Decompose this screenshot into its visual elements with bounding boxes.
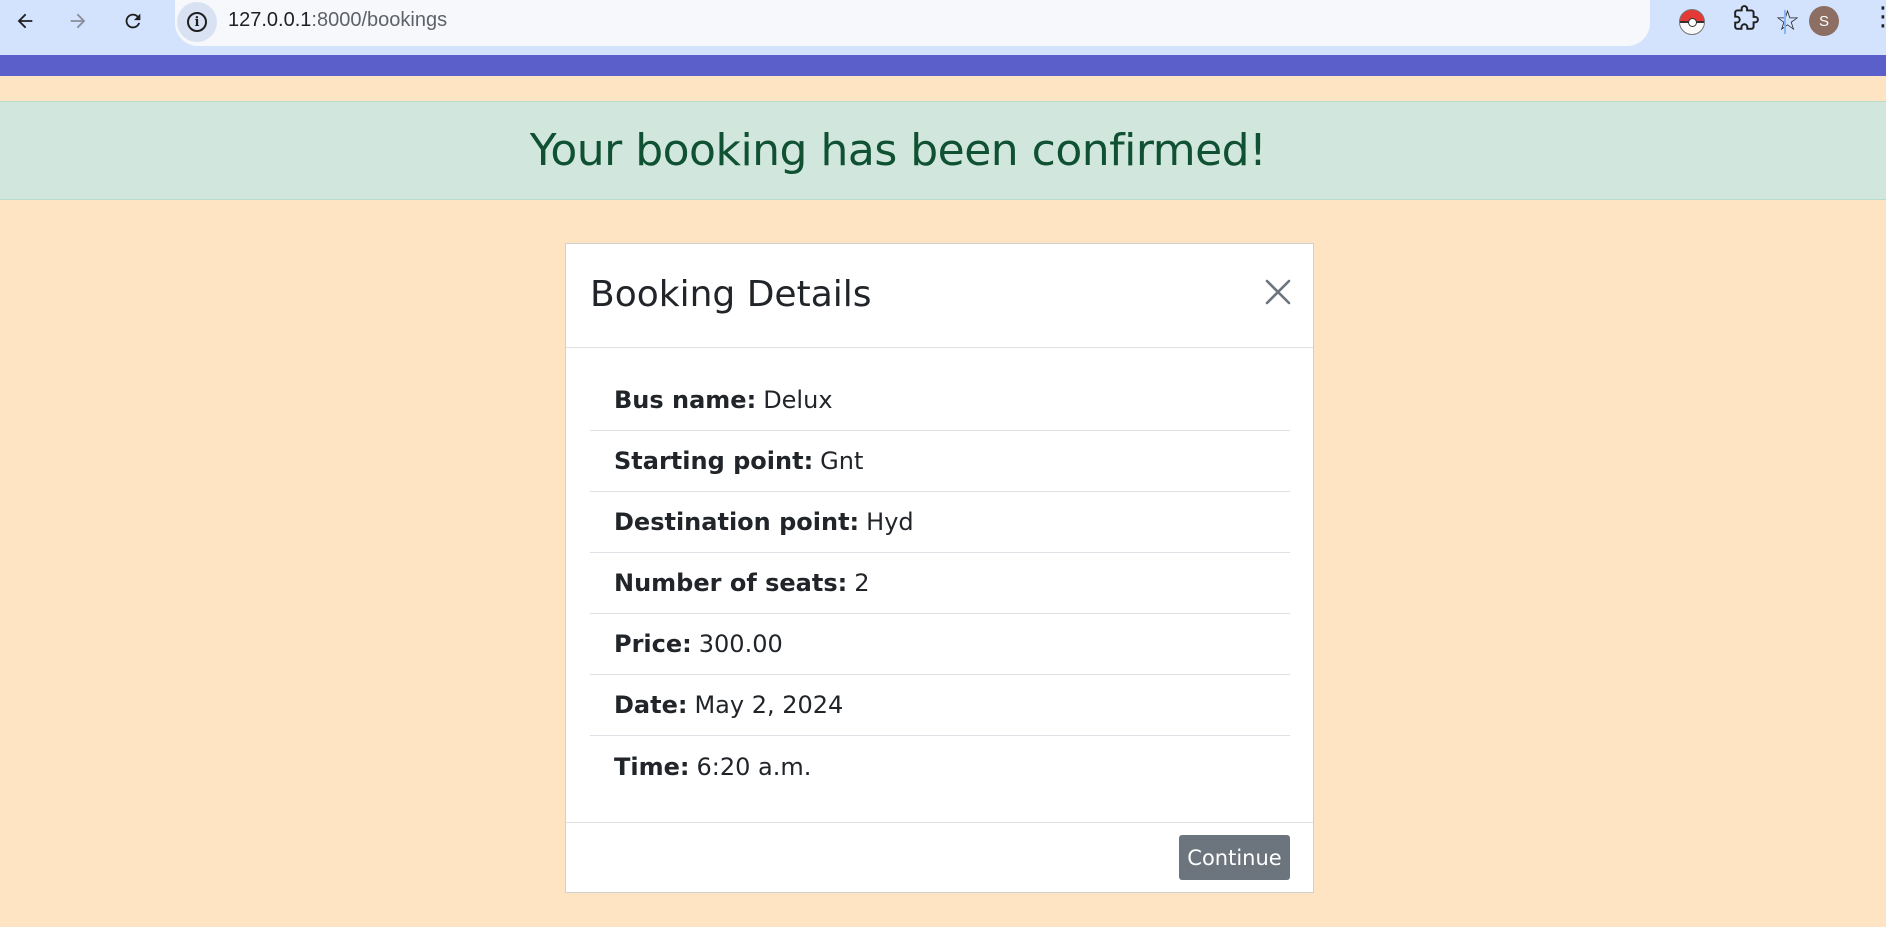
forward-arrow-icon[interactable]: [63, 6, 93, 36]
detail-label: Time:: [614, 752, 690, 781]
site-info-button[interactable]: i: [177, 2, 217, 42]
url-path: :8000/bookings: [311, 9, 448, 31]
navbar-strip: [0, 55, 1886, 76]
alert-message: Your booking has been confirmed!: [529, 125, 1267, 176]
url-text[interactable]: 127.0.0.1:8000/bookings: [228, 9, 447, 32]
detail-value: 2: [854, 569, 870, 597]
modal-title: Booking Details: [590, 274, 872, 315]
detail-label: Date:: [614, 691, 688, 719]
booking-details-modal: Booking Details Bus name: Delux Starting…: [565, 243, 1314, 893]
url-host: 127.0.0.1: [228, 9, 312, 31]
toolbar-divider: [1784, 10, 1786, 34]
back-arrow-icon[interactable]: [10, 6, 40, 36]
detail-price: Price: 300.00: [590, 614, 1290, 675]
detail-value: Delux: [763, 386, 833, 414]
puzzle-extension-icon[interactable]: [1733, 5, 1759, 38]
browser-toolbar: i 127.0.0.1:8000/bookings ☆ S ⋮: [0, 0, 1886, 55]
star-icon[interactable]: ☆: [1775, 4, 1800, 37]
address-bar[interactable]: i 127.0.0.1:8000/bookings ☆: [175, 0, 1800, 46]
detail-date: Date: May 2, 2024: [590, 675, 1290, 736]
detail-starting-point: Starting point: Gnt: [590, 431, 1290, 492]
modal-header: Booking Details: [566, 244, 1313, 348]
more-vert-icon[interactable]: ⋮: [1870, 3, 1886, 29]
info-icon: i: [187, 12, 207, 32]
profile-avatar[interactable]: S: [1809, 6, 1839, 36]
reload-icon[interactable]: [118, 6, 148, 36]
close-icon[interactable]: [1262, 276, 1294, 308]
detail-label: Bus name:: [614, 386, 757, 414]
detail-label: Destination point:: [614, 508, 860, 536]
pokeball-extension-icon[interactable]: [1679, 9, 1705, 35]
continue-button[interactable]: Continue: [1179, 835, 1290, 880]
detail-destination-point: Destination point: Hyd: [590, 492, 1290, 553]
modal-footer: Continue: [566, 822, 1313, 893]
booking-detail-list: Bus name: Delux Starting point: Gnt Dest…: [590, 370, 1290, 797]
detail-bus-name: Bus name: Delux: [590, 370, 1290, 431]
detail-label: Starting point:: [614, 447, 814, 475]
detail-value: Hyd: [866, 508, 914, 536]
detail-label: Price:: [614, 630, 692, 658]
detail-number-of-seats: Number of seats: 2: [590, 553, 1290, 614]
detail-label: Number of seats:: [614, 569, 848, 597]
detail-value: 300.00: [698, 630, 783, 658]
success-alert: Your booking has been confirmed!: [0, 101, 1886, 200]
detail-value: May 2, 2024: [694, 691, 844, 719]
detail-value: 6:20 a.m.: [696, 752, 812, 781]
detail-value: Gnt: [820, 447, 864, 475]
detail-time: Time: 6:20 a.m.: [590, 736, 1290, 797]
